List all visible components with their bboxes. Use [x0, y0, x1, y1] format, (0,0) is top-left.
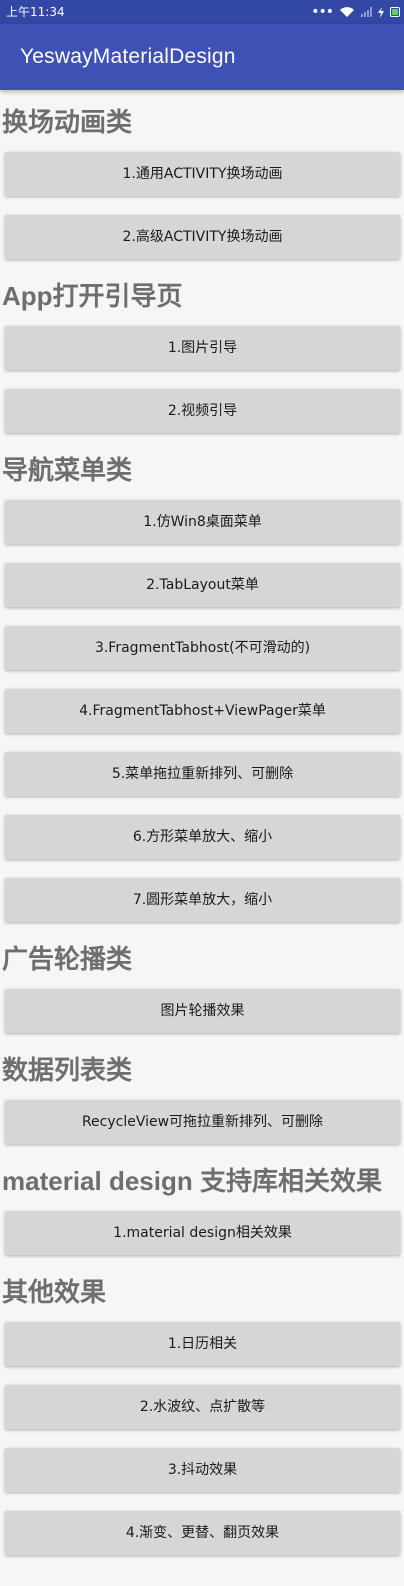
- section-title: 导航菜单类: [2, 455, 133, 485]
- recycleview-drag-button[interactable]: RecycleView可拖拉重新排列、可删除: [5, 1100, 400, 1144]
- section-title: 数据列表类: [2, 1055, 133, 1085]
- tablayout-menu-button[interactable]: 2.TabLayout菜单: [5, 563, 400, 607]
- app-toolbar: YeswayMaterialDesign: [0, 24, 404, 90]
- section-title: 广告轮播类: [2, 944, 133, 974]
- section-material-design: material design 支持库相关效果 1.material desig…: [0, 1163, 404, 1255]
- section-banner-carousel: 广告轮播类 图片轮播效果: [0, 941, 404, 1033]
- signal-icon: [361, 7, 372, 17]
- gradient-flip-effect-button[interactable]: 4.渐变、更替、翻页效果: [5, 1511, 400, 1555]
- section-app-guide: App打开引导页 1.图片引导 2.视频引导: [0, 278, 404, 433]
- wifi-icon: [340, 7, 354, 17]
- more-dots-icon: •••: [311, 4, 334, 20]
- section-title: material design 支持库相关效果: [2, 1166, 382, 1196]
- section-title: App打开引导页: [2, 281, 183, 311]
- image-guide-button[interactable]: 1.图片引导: [5, 326, 400, 370]
- material-design-effects-button[interactable]: 1.material design相关效果: [5, 1211, 400, 1255]
- section-data-lists: 数据列表类 RecycleView可拖拉重新排列、可删除: [0, 1052, 404, 1144]
- status-time: 上午11:34: [6, 5, 65, 19]
- section-title: 换场动画类: [2, 107, 133, 137]
- circle-menu-zoom-button[interactable]: 7.圆形菜单放大，缩小: [5, 878, 400, 922]
- fragment-tabhost-button[interactable]: 3.FragmentTabhost(不可滑动的): [5, 626, 400, 670]
- calendar-button[interactable]: 1.日历相关: [5, 1322, 400, 1366]
- square-menu-zoom-button[interactable]: 6.方形菜单放大、缩小: [5, 815, 400, 859]
- battery-icon: [390, 7, 400, 17]
- status-icons: •••: [311, 4, 400, 20]
- main-scroll-content[interactable]: 换场动画类 1.通用ACTIVITY换场动画 2.高级ACTIVITY换场动画 …: [0, 90, 404, 1586]
- section-transition-animations: 换场动画类 1.通用ACTIVITY换场动画 2.高级ACTIVITY换场动画: [0, 104, 404, 259]
- section-navigation-menus: 导航菜单类 1.仿Win8桌面菜单 2.TabLayout菜单 3.Fragme…: [0, 452, 404, 922]
- charging-icon: [378, 6, 384, 18]
- section-other-effects: 其他效果 1.日历相关 2.水波纹、点扩散等 3.抖动效果 4.渐变、更替、翻页…: [0, 1274, 404, 1555]
- video-guide-button[interactable]: 2.视频引导: [5, 389, 400, 433]
- section-title: 其他效果: [2, 1277, 107, 1307]
- fragment-tabhost-viewpager-button[interactable]: 4.FragmentTabhost+ViewPager菜单: [5, 689, 400, 733]
- status-bar: 上午11:34 •••: [0, 0, 404, 24]
- image-carousel-button[interactable]: 图片轮播效果: [5, 989, 400, 1033]
- generic-activity-transition-button[interactable]: 1.通用ACTIVITY换场动画: [5, 152, 400, 196]
- advanced-activity-transition-button[interactable]: 2.高级ACTIVITY换场动画: [5, 215, 400, 259]
- win8-menu-button[interactable]: 1.仿Win8桌面菜单: [5, 500, 400, 544]
- app-title: YeswayMaterialDesign: [20, 45, 236, 68]
- drag-reorder-menu-button[interactable]: 5.菜单拖拉重新排列、可删除: [5, 752, 400, 796]
- shake-effect-button[interactable]: 3.抖动效果: [5, 1448, 400, 1492]
- ripple-effects-button[interactable]: 2.水波纹、点扩散等: [5, 1385, 400, 1429]
